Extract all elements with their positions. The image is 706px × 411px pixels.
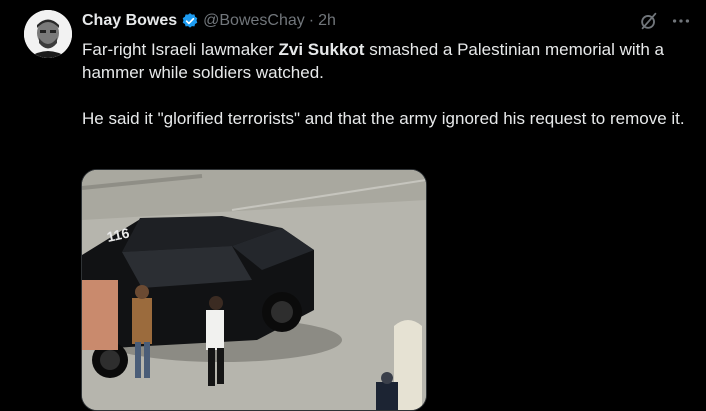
tweet-body: Far-right Israeli lawmaker Zvi Sukkot sm… — [82, 38, 694, 153]
tweet-header: Chay Bowes @BowesChay · 2h — [82, 11, 336, 31]
more-options-icon[interactable] — [670, 10, 692, 32]
author-handle[interactable]: @BowesChay — [203, 12, 305, 30]
tweet-paragraph-2: He said it "glorified terrorists" and th… — [82, 109, 685, 128]
verified-badge-icon[interactable] — [181, 12, 199, 30]
tweet-text-part: Far-right Israeli lawmaker — [82, 40, 279, 59]
tweet-video[interactable]: 116 — [81, 169, 427, 411]
tweet-bold-name: Zvi Sukkot — [278, 40, 365, 59]
author-name[interactable]: Chay Bowes — [82, 12, 177, 30]
author-avatar[interactable] — [24, 10, 72, 58]
tweet-paragraph-1: Far-right Israeli lawmaker Zvi Sukkot sm… — [82, 38, 694, 84]
video-frame: 116 — [82, 170, 426, 410]
tweet-actions-top — [638, 10, 692, 32]
avatar-photo — [24, 10, 72, 58]
tweet-timestamp[interactable]: 2h — [318, 12, 336, 30]
grok-icon[interactable] — [638, 10, 660, 32]
separator-dot: · — [308, 12, 315, 29]
